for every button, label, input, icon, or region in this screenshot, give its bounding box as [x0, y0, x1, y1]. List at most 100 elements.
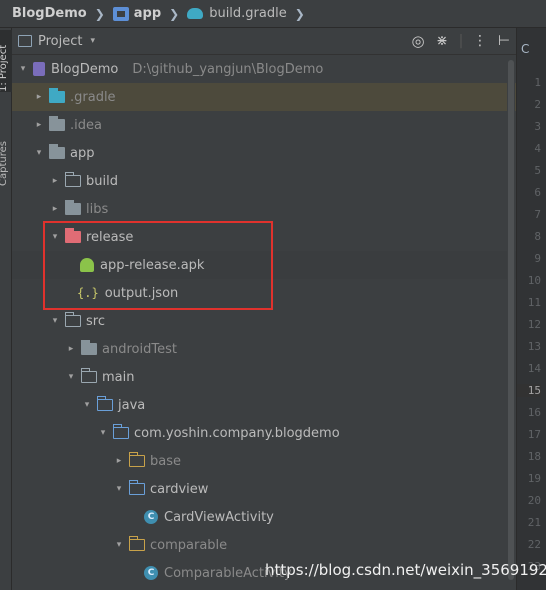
- watermark-text: https://blog.csdn.net/weixin_35691921: [265, 561, 546, 579]
- chevron-down-icon[interactable]: ▾: [112, 484, 126, 494]
- tree-item-app[interactable]: ▾ app: [12, 139, 516, 167]
- tree-item-label: com.yoshin.company.blogdemo: [134, 425, 340, 441]
- tree-item-json[interactable]: {.} output.json: [12, 279, 516, 307]
- tree-item-label: cardview: [150, 481, 209, 497]
- project-tree: ▾ BlogDemo D:\github_yangjun\BlogDemo ▸ …: [12, 55, 516, 590]
- package-icon: [128, 480, 145, 495]
- tree-item-gradle[interactable]: ▸ .gradle: [12, 83, 516, 111]
- tree-item-root[interactable]: ▾ BlogDemo D:\github_yangjun\BlogDemo: [12, 55, 516, 83]
- tree-item-idea[interactable]: ▸ .idea: [12, 111, 516, 139]
- tree-item-main[interactable]: ▾ main: [12, 363, 516, 391]
- breadcrumb-file[interactable]: build.gradle: [187, 6, 287, 21]
- line-number: 14: [527, 362, 541, 375]
- tree-item-build[interactable]: ▸ build: [12, 167, 516, 195]
- line-number: 19: [527, 472, 541, 485]
- tree-item-cardviewactivity[interactable]: C CardViewActivity: [12, 503, 516, 531]
- line-number: 1: [534, 76, 541, 89]
- tab-project-tool[interactable]: 1: Project: [0, 30, 12, 92]
- chevron-right-icon: ❯: [94, 6, 105, 21]
- tree-item-label: .idea: [70, 117, 102, 133]
- chevron-down-icon[interactable]: ▾: [48, 316, 62, 326]
- chevron-down-icon[interactable]: ▾: [80, 400, 94, 410]
- chevron-down-icon[interactable]: ▾: [16, 64, 30, 74]
- chevron-right-icon[interactable]: ▸: [64, 344, 78, 354]
- tree-item-label: androidTest: [102, 341, 177, 357]
- tree-item-label: app: [70, 145, 95, 161]
- chevron-right-icon[interactable]: ▸: [48, 176, 62, 186]
- json-file-icon: {.}: [77, 286, 99, 300]
- tree-item-label: libs: [86, 201, 109, 217]
- folder-icon: [64, 312, 81, 327]
- chevron-down-icon[interactable]: ▾: [64, 372, 78, 382]
- tree-item-label: java: [118, 397, 146, 413]
- chevron-down-icon[interactable]: ▾: [32, 148, 46, 158]
- line-number: 5: [534, 164, 541, 177]
- collapse-all-icon[interactable]: ⋇: [434, 32, 450, 50]
- tree-item-release[interactable]: ▾ release: [12, 223, 516, 251]
- tree-item-src[interactable]: ▾ src: [12, 307, 516, 335]
- folder-icon: [48, 116, 65, 131]
- project-root-icon: [33, 62, 45, 76]
- line-number: 6: [534, 186, 541, 199]
- module-icon: [112, 6, 129, 21]
- breadcrumb: BlogDemo ❯ app ❯ build.gradle ❯: [0, 0, 546, 28]
- line-number: 16: [527, 406, 541, 419]
- divider: |: [458, 33, 464, 49]
- tree-item-base[interactable]: ▸ base: [12, 447, 516, 475]
- line-number: 4: [534, 142, 541, 155]
- tree-item-label: .gradle: [70, 89, 116, 105]
- vertical-scrollbar[interactable]: [507, 56, 515, 590]
- line-number: 22: [527, 538, 541, 551]
- panel-toolbar: ◎ ⋇ | ⋮ ⊢: [410, 32, 512, 50]
- tree-item-path: D:\github_yangjun\BlogDemo: [132, 61, 324, 77]
- tree-item-java[interactable]: ▾ java: [12, 391, 516, 419]
- chevron-down-icon[interactable]: ▾: [48, 232, 62, 242]
- tree-item-label: main: [102, 369, 135, 385]
- chevron-right-icon[interactable]: ▸: [32, 120, 46, 130]
- source-folder-icon: [96, 396, 113, 411]
- tool-window-strip: 1: Project Captures: [0, 28, 12, 590]
- folder-icon: [64, 228, 81, 243]
- tree-item-androidtest[interactable]: ▸ androidTest: [12, 335, 516, 363]
- tree-item-package[interactable]: ▾ com.yoshin.company.blogdemo: [12, 419, 516, 447]
- hide-panel-icon[interactable]: ⊢: [496, 32, 512, 50]
- more-options-icon[interactable]: ⋮: [472, 32, 488, 50]
- locate-file-icon[interactable]: ◎: [410, 32, 426, 50]
- line-number: 11: [527, 296, 541, 309]
- package-icon: [128, 536, 145, 551]
- line-number: 18: [527, 450, 541, 463]
- android-icon: [80, 258, 94, 272]
- editor-tab[interactable]: C: [521, 42, 546, 56]
- folder-icon: [48, 88, 65, 103]
- package-icon: [128, 452, 145, 467]
- package-icon: [112, 424, 129, 439]
- project-view-selector[interactable]: Project: [38, 34, 82, 49]
- tree-item-label: src: [86, 313, 105, 329]
- editor-gutter: C 1 2 3 4 5 6 7 8 9 10 11 12 13 14 15 16 17 18 19 20 21 22 23: [516, 28, 546, 590]
- project-panel-header: Project ▾ ◎ ⋇ | ⋮ ⊢: [12, 28, 516, 55]
- tree-item-libs[interactable]: ▸ libs: [12, 195, 516, 223]
- folder-icon: [80, 340, 97, 355]
- scrollbar-thumb[interactable]: [508, 60, 514, 580]
- chevron-right-icon: ❯: [169, 6, 180, 21]
- chevron-down-icon[interactable]: ▾: [96, 428, 110, 438]
- tree-item-apk[interactable]: app-release.apk: [12, 251, 516, 279]
- line-number: 20: [527, 494, 541, 507]
- tree-item-label: release: [86, 229, 134, 245]
- tree-item-label: build: [86, 173, 118, 189]
- chevron-down-icon[interactable]: ▾: [112, 540, 126, 550]
- module-folder-icon: [48, 144, 65, 159]
- line-number: 7: [534, 208, 541, 221]
- breadcrumb-module[interactable]: app: [112, 6, 161, 21]
- chevron-right-icon[interactable]: ▸: [112, 456, 126, 466]
- tab-captures-tool[interactable]: Captures: [0, 124, 12, 186]
- tree-item-comparable[interactable]: ▾ comparable: [12, 531, 516, 559]
- chevron-right-icon: ❯: [294, 6, 305, 21]
- line-number: 9: [534, 252, 541, 265]
- line-number: 12: [527, 318, 541, 331]
- chevron-right-icon[interactable]: ▸: [48, 204, 62, 214]
- breadcrumb-project[interactable]: BlogDemo: [12, 6, 87, 21]
- chevron-down-icon[interactable]: ▾: [90, 36, 95, 46]
- chevron-right-icon[interactable]: ▸: [32, 92, 46, 102]
- tree-item-cardview[interactable]: ▾ cardview: [12, 475, 516, 503]
